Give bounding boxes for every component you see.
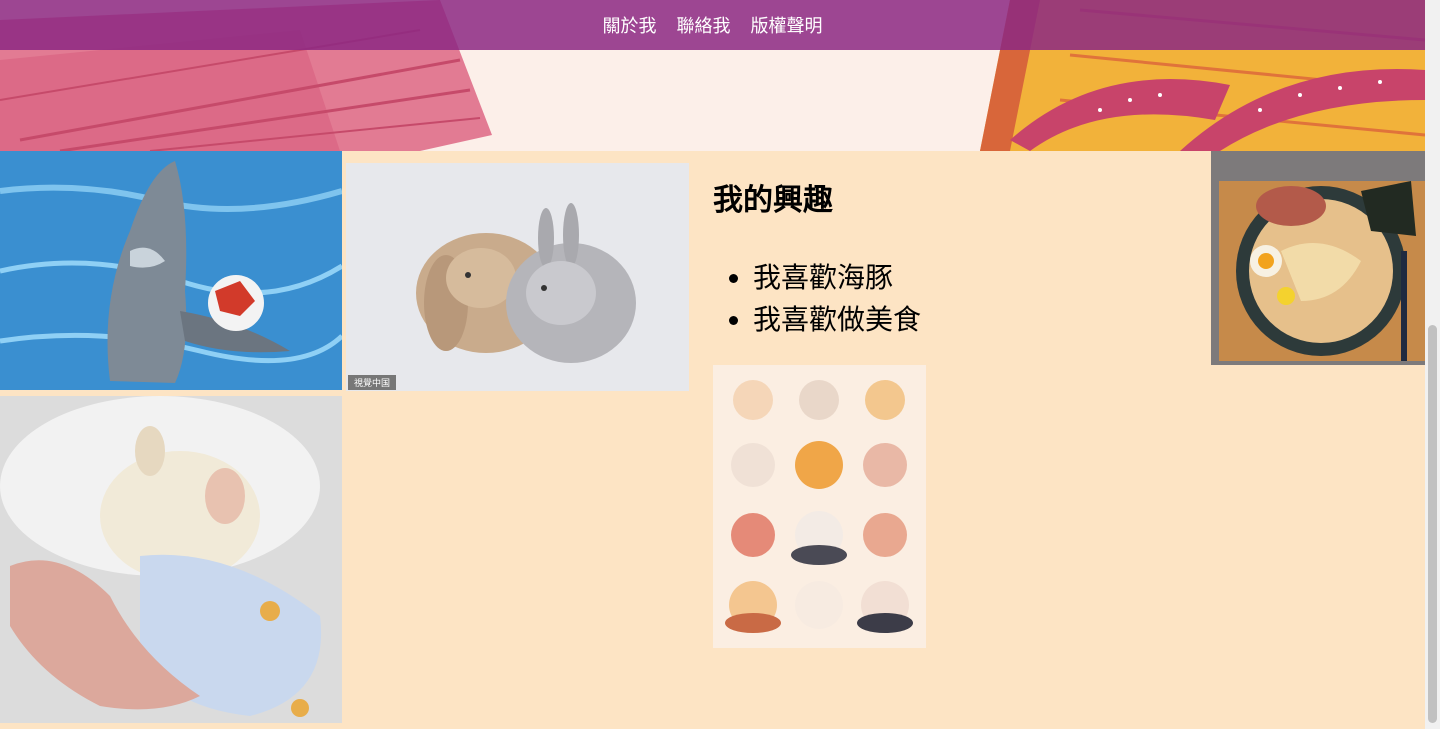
dolphin-photo bbox=[0, 151, 342, 390]
list-item: 我喜歡海豚 bbox=[753, 257, 1193, 299]
ramen-photo bbox=[1211, 151, 1425, 365]
nav-link-about[interactable]: 關於我 bbox=[603, 12, 657, 38]
nav-link-contact[interactable]: 聯絡我 bbox=[677, 12, 731, 38]
rabbit-watermark: 視覺中国 bbox=[348, 375, 397, 390]
interests-list: 我喜歡海豚 我喜歡做美食 bbox=[713, 257, 1193, 341]
cat-food-illustration bbox=[713, 365, 926, 648]
list-item: 我喜歡做美食 bbox=[753, 299, 1193, 341]
page-scrollbar[interactable] bbox=[1425, 0, 1440, 729]
main-content: 視覺中国 我的興趣 我喜歡海豚 我喜歡做美食 bbox=[0, 151, 1425, 729]
interests-section: 我的興趣 我喜歡海豚 我喜歡做美食 bbox=[713, 175, 1193, 341]
scrollbar-thumb[interactable] bbox=[1428, 325, 1437, 723]
sleeping-dog-photo bbox=[0, 396, 342, 723]
rabbit-photo: 視覺中国 bbox=[346, 163, 689, 391]
top-nav: 關於我 聯絡我 版權聲明 bbox=[0, 0, 1425, 50]
nav-link-copyright[interactable]: 版權聲明 bbox=[751, 12, 823, 38]
interests-heading: 我的興趣 bbox=[713, 183, 833, 218]
